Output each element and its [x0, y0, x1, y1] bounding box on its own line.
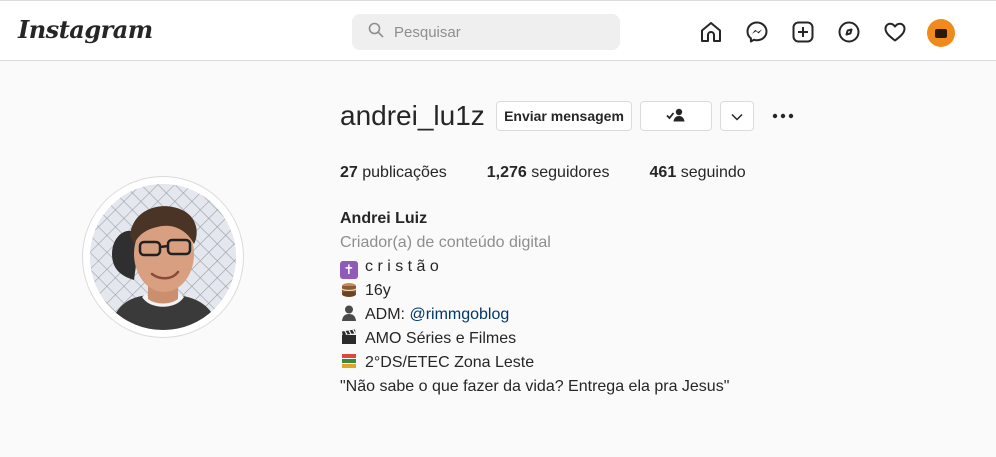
followers-count: 1,276: [486, 164, 527, 181]
suggestions-dropdown-button[interactable]: [720, 101, 754, 131]
bio-line-age: 16y: [340, 279, 729, 303]
profile-stats: 27 publicações 1,276 seguidores 461 segu…: [340, 164, 786, 182]
profile-full-name: Andrei Luiz: [340, 210, 428, 227]
messenger-icon[interactable]: [745, 20, 769, 44]
profile-avatar-icon[interactable]: [927, 19, 955, 47]
profile-bio: Andrei Luiz Criador(a) de conteúdo digit…: [340, 207, 729, 399]
latin-cross-icon: ✝: [340, 261, 358, 279]
bio-line-adm: ADM: @rimmgoblog: [340, 303, 729, 327]
explore-icon[interactable]: [837, 20, 861, 44]
clapperboard-icon: [935, 28, 947, 38]
followers-stat[interactable]: 1,276 seguidores: [487, 164, 610, 182]
posts-label: publicações: [362, 164, 447, 181]
following-label: seguindo: [680, 164, 746, 181]
bio-line-movies: AMO Séries e Filmes: [340, 327, 729, 351]
user-following-icon: [666, 108, 686, 125]
bio-line-christian-text: c r i s t ã o: [365, 258, 439, 275]
bio-line-movies-text: AMO Séries e Filmes: [365, 330, 517, 347]
profile-picture-ring[interactable]: [82, 176, 244, 338]
bio-line-school: 2°DS/ETEC Zona Leste: [340, 351, 729, 375]
top-navigation-bar: Instagram Pesquisar: [0, 0, 996, 61]
mention-link[interactable]: @rimmgoblog: [409, 306, 509, 323]
profile-username: andrei_lu1z: [340, 100, 485, 131]
person-silhouette-icon: [340, 304, 358, 322]
new-post-icon[interactable]: [791, 20, 815, 44]
search-input[interactable]: Pesquisar: [352, 14, 620, 50]
bio-quote: "Não sabe o que fazer da vida? Entrega e…: [340, 378, 730, 395]
followers-label: seguidores: [531, 164, 610, 181]
bio-line-christian: ✝ c r i s t ã o: [340, 255, 729, 279]
home-icon[interactable]: [699, 20, 723, 44]
profile-picture[interactable]: [90, 184, 236, 330]
bio-line-age-text: 16y: [365, 282, 391, 299]
following-button[interactable]: [640, 101, 712, 131]
activity-heart-icon[interactable]: [883, 20, 907, 44]
following-count: 461: [649, 164, 677, 181]
send-message-button[interactable]: Enviar mensagem: [496, 101, 632, 131]
chevron-down-icon: [731, 108, 743, 124]
clapper-board-icon: [340, 328, 358, 346]
instagram-logo[interactable]: Instagram: [18, 15, 153, 44]
books-icon: [340, 352, 358, 370]
posts-stat: 27 publicações: [340, 164, 447, 182]
bio-line-adm-text: ADM:: [365, 306, 410, 323]
following-stat[interactable]: 461 seguindo: [650, 164, 746, 182]
cake-icon: [340, 280, 358, 298]
search-icon: [368, 22, 384, 43]
profile-category: Criador(a) de conteúdo digital: [340, 234, 551, 251]
more-options-icon[interactable]: [771, 106, 795, 126]
posts-count: 27: [340, 164, 358, 181]
bio-line-school-text: 2°DS/ETEC Zona Leste: [365, 354, 535, 371]
search-placeholder: Pesquisar: [394, 23, 461, 41]
